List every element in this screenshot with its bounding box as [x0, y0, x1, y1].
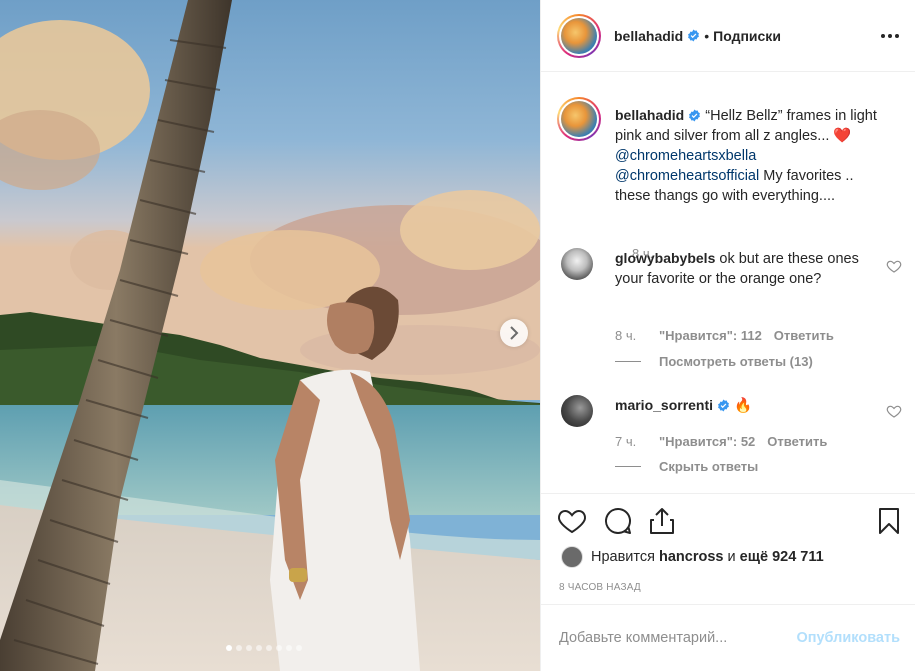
carousel-dot	[276, 645, 282, 651]
replies-label: Посмотреть ответы (13)	[659, 354, 813, 369]
caption-text: bellahadid “Hellz Bellz” frames in light…	[615, 105, 887, 206]
liker-avatar[interactable]	[561, 546, 583, 568]
share-icon[interactable]	[647, 506, 677, 536]
caption-avatar[interactable]	[557, 97, 601, 141]
comment-likes[interactable]: "Нравится": 112	[659, 328, 762, 343]
mention-link[interactable]: @chromeheartsxbella	[615, 148, 756, 164]
avatar[interactable]	[557, 13, 601, 58]
comment-meta: 7 ч. "Нравится": 52 Ответить	[615, 434, 827, 449]
comment-timestamp[interactable]: 7 ч.	[615, 434, 659, 449]
liker-username[interactable]: hancross	[659, 549, 723, 565]
comment-text: glowybabybels ok but are these ones your…	[615, 248, 865, 289]
comment-input[interactable]	[559, 630, 797, 646]
comment-text: mario_sorrenti 🔥	[615, 395, 865, 416]
carousel-dot	[246, 645, 252, 651]
like-comment-icon[interactable]	[886, 258, 902, 274]
post-actions: Нравится hancross и ещё 924 711 8 ЧАСОВ …	[541, 493, 915, 603]
header-separator: •	[704, 27, 710, 44]
likes-conjunction: и	[727, 549, 736, 565]
publish-button[interactable]: Опубликовать	[796, 630, 900, 646]
heart-icon[interactable]	[557, 506, 587, 536]
reply-button[interactable]: Ответить	[774, 328, 834, 343]
mention-link[interactable]: @chromeheartsofficial	[615, 168, 759, 184]
verified-badge-icon	[689, 109, 701, 122]
carousel-dot	[256, 645, 262, 651]
like-comment-icon[interactable]	[886, 403, 902, 419]
comment-icon[interactable]	[603, 506, 633, 536]
post-timestamp[interactable]: 8 ЧАСОВ НАЗАД	[559, 582, 641, 593]
commenter-avatar[interactable]	[561, 395, 593, 427]
likes-count[interactable]: ещё 924 711	[740, 549, 824, 565]
bookmark-icon[interactable]	[874, 506, 904, 536]
carousel-dot	[296, 645, 302, 651]
post-media[interactable]	[0, 0, 540, 671]
comments-list[interactable]: bellahadid “Hellz Bellz” frames in light…	[541, 73, 915, 493]
add-comment-bar: Опубликовать	[541, 604, 915, 671]
author-username[interactable]: bellahadid	[614, 28, 683, 44]
likes-prefix: Нравится	[591, 549, 655, 565]
post-photo	[0, 0, 540, 671]
carousel-dot	[266, 645, 272, 651]
carousel-dot	[286, 645, 292, 651]
post-side-panel: bellahadid • Подписки bellahadid “Hellz …	[540, 0, 915, 671]
carousel-dot	[226, 645, 232, 651]
heart-emoji: ❤️	[833, 128, 852, 144]
avatar-image	[561, 101, 597, 137]
commenter-avatar[interactable]	[561, 248, 593, 280]
chevron-right-icon	[510, 326, 519, 340]
next-slide-button[interactable]	[500, 319, 528, 347]
post-header: bellahadid • Подписки	[541, 0, 915, 72]
verified-badge-icon	[688, 29, 700, 42]
carousel-indicator	[226, 645, 302, 651]
avatar-image	[561, 17, 597, 54]
commenter-username[interactable]: mario_sorrenti	[615, 397, 713, 413]
replies-divider	[615, 361, 641, 362]
following-button[interactable]: Подписки	[713, 28, 781, 44]
replies-divider	[615, 466, 641, 467]
comment-meta: 8 ч. "Нравится": 112 Ответить	[615, 328, 834, 343]
comment-body: 🔥	[734, 398, 753, 414]
comment-likes[interactable]: "Нравится": 52	[659, 434, 755, 449]
likes-summary: Нравится hancross и ещё 924 711	[561, 546, 824, 568]
view-replies-toggle[interactable]: Посмотреть ответы (13)	[615, 354, 813, 369]
carousel-dot	[236, 645, 242, 651]
more-options-icon[interactable]	[880, 26, 900, 46]
hide-replies-toggle[interactable]: Скрыть ответы	[615, 459, 758, 474]
caption-username[interactable]: bellahadid	[615, 107, 684, 123]
comment-timestamp[interactable]: 8 ч.	[615, 328, 659, 343]
replies-label: Скрыть ответы	[659, 459, 759, 474]
commenter-username[interactable]: glowybabybels	[615, 250, 715, 266]
reply-button[interactable]: Ответить	[767, 434, 827, 449]
verified-badge-icon	[718, 399, 729, 412]
